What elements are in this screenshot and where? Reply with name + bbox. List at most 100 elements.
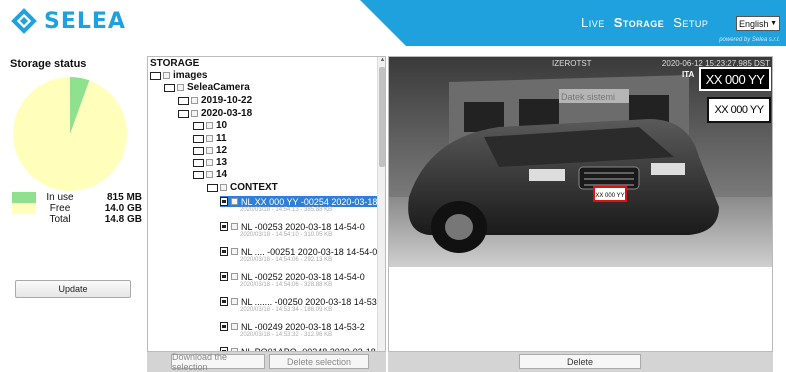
tree-folder[interactable]: 12: [193, 145, 227, 156]
tree-file[interactable]: NL -00249 2020-03-18 14-53-2 2020/03/18 -…: [220, 321, 367, 340]
tree-folder[interactable]: 2019-10-22: [178, 95, 252, 106]
header: SELEA Live Storage Setup English ▼ power…: [0, 0, 786, 46]
tree-folder[interactable]: 11: [193, 133, 227, 144]
folder-icon: [193, 146, 204, 155]
file-name: NL -00253 2020-03-18 14-54-0: [241, 221, 365, 232]
tree-scrollbar[interactable]: ▲: [377, 57, 385, 351]
legend-label: Total: [49, 214, 71, 225]
tree-folder[interactable]: CONTEXT: [207, 182, 278, 193]
image-file-icon: [220, 297, 228, 306]
tree-folder[interactable]: 13: [193, 157, 227, 168]
folder-checkbox[interactable]: [206, 171, 213, 178]
nav-setup[interactable]: Setup: [673, 15, 708, 30]
folder-icon: [193, 134, 204, 143]
country-code: ITA: [682, 70, 695, 79]
file-name: NL .... -00251 2020-03-18 14-54-04: [241, 246, 377, 257]
image-file-icon: [220, 247, 228, 256]
folder-checkbox[interactable]: [206, 135, 213, 142]
tree-folder[interactable]: 14: [193, 169, 227, 180]
folder-icon: [178, 96, 189, 105]
delete-selection-button[interactable]: Delete selection: [269, 354, 369, 369]
scroll-up-icon[interactable]: ▲: [378, 57, 385, 66]
file-name: NL XX 000 YY -00254 2020-03-18 14-54-0: [241, 196, 377, 207]
language-select[interactable]: English ▼: [736, 16, 780, 31]
scroll-thumb[interactable]: [379, 67, 385, 167]
file-checkbox[interactable]: [231, 273, 238, 280]
tree-folder[interactable]: 10: [193, 120, 227, 131]
folder-checkbox[interactable]: [206, 159, 213, 166]
chevron-down-icon: ▼: [770, 20, 777, 27]
folder-icon: [178, 109, 189, 118]
folder-checkbox[interactable]: [177, 84, 184, 91]
tree-folder[interactable]: images: [150, 70, 207, 81]
tree-folder[interactable]: SeleaCamera: [164, 82, 250, 93]
file-meta: 2020/03/18 - 14:54:06 - 292.13 KB: [240, 257, 333, 263]
folder-label: 10: [216, 120, 228, 131]
folder-label: 13: [216, 157, 228, 168]
tree-file[interactable]: NL XX 000 YY -00254 2020-03-18 14-54-020…: [220, 196, 377, 215]
storage-pie-chart: [13, 77, 127, 191]
storage-legend: In use 815 MB Free 14.0 GB Total 14.8 GB: [12, 192, 142, 225]
file-name: NL ....... -00250 2020-03-18 14-53-30-5: [241, 296, 377, 307]
folder-icon: [193, 158, 204, 167]
delete-button[interactable]: Delete: [519, 354, 641, 369]
legend-value: 14.0 GB: [104, 203, 142, 214]
folder-icon: [150, 71, 161, 80]
tree-file[interactable]: NL .... -00251 2020-03-18 14-54-04 2020/0…: [220, 246, 377, 265]
legend-value: 14.8 GB: [104, 214, 142, 225]
tree-file[interactable]: NL -00252 2020-03-18 14-54-0 2020/03/18 -…: [220, 271, 367, 290]
file-row[interactable]: NL ....... -00250 2020-03-18 14-53-30-5: [220, 296, 377, 307]
legend-value: 815 MB: [106, 192, 142, 203]
legend-row: In use 815 MB: [12, 192, 142, 203]
file-meta: 2020/03/18 - 14:53:34 - 188.09 KB: [240, 307, 333, 313]
tree-file[interactable]: NL -00253 2020-03-18 14-54-0 2020/03/18 -…: [220, 221, 367, 240]
file-row[interactable]: NL -00252 2020-03-18 14-54-0: [220, 271, 367, 282]
legend-swatch: [12, 203, 36, 214]
file-meta: 2020/03/18 - 14:54:13 - 385.88 KB: [240, 207, 333, 213]
folder-checkbox[interactable]: [220, 184, 227, 191]
file-checkbox[interactable]: [231, 198, 238, 205]
folder-checkbox[interactable]: [206, 122, 213, 129]
file-checkbox[interactable]: [231, 298, 238, 305]
selea-logo-icon: [11, 8, 37, 34]
file-checkbox[interactable]: [231, 248, 238, 255]
tree-file[interactable]: NL ....... -00250 2020-03-18 14-53-30-52…: [220, 296, 377, 315]
folder-label: CONTEXT: [230, 182, 278, 193]
file-row[interactable]: NL XX 000 YY -00254 2020-03-18 14-54-0: [220, 196, 377, 207]
tree-title: STORAGE: [150, 58, 200, 69]
nav-live[interactable]: Live: [581, 15, 605, 30]
image-viewer: Datek sistemi XX 000 YY IZEROTST 2020-06…: [388, 56, 773, 352]
update-button[interactable]: Update: [15, 280, 131, 298]
main-nav: Live Storage Setup: [581, 15, 708, 30]
file-checkbox[interactable]: [231, 223, 238, 230]
folder-label: SeleaCamera: [187, 82, 250, 93]
viewer-footer: Delete: [388, 352, 773, 372]
folder-checkbox[interactable]: [206, 147, 213, 154]
file-row[interactable]: NL -00249 2020-03-18 14-53-2: [220, 321, 367, 332]
folder-label: 12: [216, 145, 228, 156]
download-selection-button[interactable]: Download the selection: [171, 352, 265, 372]
folder-checkbox[interactable]: [163, 72, 170, 79]
tree-folder[interactable]: 2020-03-18: [178, 108, 252, 119]
folder-checkbox[interactable]: [191, 97, 198, 104]
camera-name: IZEROTST: [552, 59, 592, 68]
folder-label: 14: [216, 169, 228, 180]
powered-by: powered by Selea s.r.l.: [719, 37, 780, 43]
image-file-icon: [220, 222, 228, 231]
legend-label: In use: [46, 192, 74, 203]
nav-storage[interactable]: Storage: [614, 15, 665, 30]
storage-status-title: Storage status: [10, 58, 87, 70]
legend-label: Free: [49, 203, 71, 214]
tree-footer: Download the selection Delete selection: [147, 352, 386, 372]
legend-row: Total 14.8 GB: [12, 214, 142, 225]
folder-icon: [193, 170, 204, 179]
file-checkbox[interactable]: [231, 323, 238, 330]
file-row[interactable]: NL .... -00251 2020-03-18 14-54-04: [220, 246, 377, 257]
file-tree-panel: STORAGE images SeleaCamera 2019-10-22 2020-…: [147, 56, 386, 352]
legend-swatch: [12, 214, 36, 225]
folder-label: 2019-10-22: [201, 95, 253, 106]
file-row[interactable]: NL -00253 2020-03-18 14-54-0: [220, 221, 367, 232]
file-meta: 2020/03/18 - 14:54:10 - 310.05 KB: [240, 232, 333, 238]
folder-checkbox[interactable]: [191, 110, 198, 117]
legend-swatch: [12, 192, 36, 203]
